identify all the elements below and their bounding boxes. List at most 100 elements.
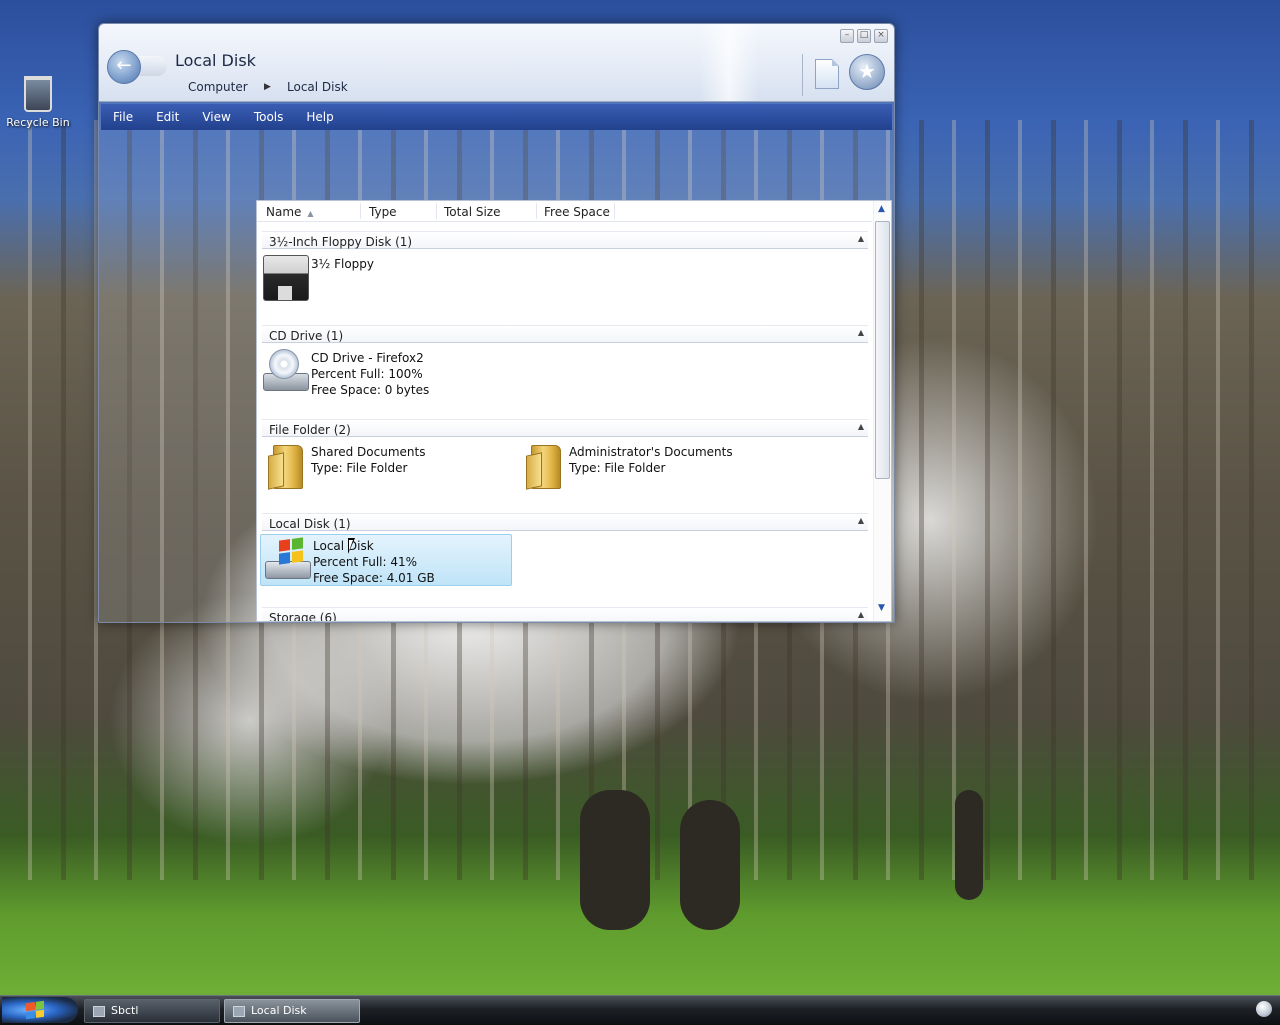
floppy-icon — [263, 255, 309, 301]
folder-item-administrators-documents[interactable]: Administrator's Documents Type: File Fol… — [517, 441, 797, 491]
window-title: Local Disk — [175, 51, 256, 70]
glass-highlight — [699, 24, 759, 101]
explorer-window: ← Local Disk Computer ▶ Local Disk – □ ×… — [98, 23, 895, 623]
column-divider[interactable] — [536, 203, 537, 219]
folder-icon — [521, 443, 565, 489]
collapse-chevron-icon[interactable]: ▲ — [858, 516, 864, 525]
close-button[interactable]: × — [874, 29, 888, 43]
group-label: Local Disk (1) — [269, 517, 351, 531]
maximize-button[interactable]: □ — [857, 29, 871, 43]
windows-start-icon — [26, 1000, 44, 1020]
folder-item-shared-documents[interactable]: Shared Documents Type: File Folder — [259, 441, 509, 491]
collapse-chevron-icon[interactable]: ▲ — [858, 610, 864, 619]
group-label: File Folder (2) — [269, 423, 351, 437]
column-header-name[interactable]: Name ▲ — [266, 205, 314, 219]
folder-icon — [263, 443, 307, 489]
item-title: 3½ Floppy — [311, 257, 374, 271]
taskbar-button-local-disk[interactable]: Local Disk — [224, 999, 360, 1023]
column-header-free-space[interactable]: Free Space — [544, 205, 610, 219]
group-header-local-disk[interactable]: Local Disk (1) ▲ — [262, 513, 868, 531]
menu-view[interactable]: View — [202, 110, 230, 124]
minimize-button[interactable]: – — [840, 29, 854, 43]
drive-base — [265, 561, 311, 579]
item-type: Type: File Folder — [311, 461, 408, 475]
breadcrumb-separator-icon[interactable]: ▶ — [264, 82, 271, 92]
desktop-icon-recycle-bin[interactable]: Recycle Bin — [4, 76, 72, 129]
drive-item-local-disk[interactable]: Local Disk Percent Full: 41% Free Space:… — [260, 534, 512, 586]
column-divider[interactable] — [360, 203, 361, 219]
taskbar-button-sbctl[interactable]: Sbctl — [84, 999, 220, 1023]
group-label: 3½-Inch Floppy Disk (1) — [269, 235, 413, 249]
column-divider[interactable] — [614, 203, 615, 219]
windows-drive-icon — [265, 537, 311, 581]
menu-edit[interactable]: Edit — [156, 110, 179, 124]
tree-trunk — [580, 790, 650, 930]
scroll-down-icon[interactable]: ▼ — [878, 603, 885, 613]
toolbar-divider — [802, 54, 803, 96]
start-button[interactable] — [2, 997, 78, 1023]
column-divider[interactable] — [436, 203, 437, 219]
folder-shape — [273, 445, 303, 489]
scroll-up-icon[interactable]: ▲ — [878, 204, 885, 214]
tree-trunk — [680, 800, 740, 930]
item-text: Administrator's Documents Type: File Fol… — [569, 444, 733, 476]
cd-disc — [269, 349, 299, 379]
item-free-space: Free Space: 4.01 GB — [313, 571, 435, 585]
favorites-star-icon[interactable]: ★ — [849, 54, 885, 90]
group-label: CD Drive (1) — [269, 329, 344, 343]
tree-trunk — [955, 790, 983, 900]
menu-file[interactable]: File — [113, 110, 133, 124]
menu-bar: File Edit View Tools Help — [101, 104, 892, 130]
drive-icon — [233, 1005, 245, 1017]
item-text: Local Disk Percent Full: 41% Free Space:… — [313, 538, 435, 586]
item-percent-full: Percent Full: 100% — [311, 367, 423, 381]
item-title: Shared Documents — [311, 445, 426, 459]
caption-buttons: – □ × — [840, 29, 888, 43]
item-type: Type: File Folder — [569, 461, 666, 475]
item-title: Local Disk — [313, 539, 374, 553]
window-icon — [93, 1005, 105, 1017]
collapse-chevron-icon[interactable]: ▲ — [858, 422, 864, 431]
item-free-space: Free Space: 0 bytes — [311, 383, 430, 397]
windows-flag-icon — [279, 537, 303, 565]
item-text: CD Drive - Firefox2 Percent Full: 100% F… — [311, 350, 429, 398]
page-icon[interactable] — [815, 59, 839, 89]
drive-item-cd[interactable]: CD Drive - Firefox2 Percent Full: 100% F… — [259, 347, 509, 397]
group-header-storage[interactable]: Storage (6) ▲ — [262, 607, 868, 622]
system-tray-icon[interactable] — [1256, 1001, 1272, 1017]
column-header-total-size[interactable]: Total Size — [444, 205, 500, 219]
folder-shape — [531, 445, 561, 489]
item-title: Administrator's Documents — [569, 445, 733, 459]
taskbar-button-label: Sbctl — [111, 1004, 139, 1017]
back-icon: ← — [116, 55, 132, 76]
item-title: CD Drive - Firefox2 — [311, 351, 424, 365]
column-headers: Name ▲ Type Total Size Free Space — [257, 201, 872, 222]
desktop-icon-label: Recycle Bin — [6, 116, 70, 129]
scrollbar-thumb[interactable] — [875, 221, 890, 479]
menu-tools[interactable]: Tools — [254, 110, 284, 124]
vertical-scrollbar[interactable]: ▲ ▼ — [873, 201, 891, 621]
column-header-type[interactable]: Type — [369, 205, 397, 219]
group-header-file-folder[interactable]: File Folder (2) ▲ — [262, 419, 868, 437]
file-list-pane: Name ▲ Type Total Size Free Space 3½-Inch… — [256, 200, 892, 622]
collapse-chevron-icon[interactable]: ▲ — [858, 234, 864, 243]
item-text: 3½ Floppy — [311, 256, 374, 272]
recycle-bin-icon — [24, 76, 52, 112]
collapse-chevron-icon[interactable]: ▲ — [858, 328, 864, 337]
group-label: Storage (6) — [269, 611, 337, 622]
sort-ascending-icon: ▲ — [307, 209, 314, 218]
item-percent-full: Percent Full: 41% — [313, 555, 418, 569]
column-label: Name — [266, 205, 302, 219]
title-bar: ← Local Disk Computer ▶ Local Disk – □ ×… — [99, 24, 894, 102]
taskbar-button-label: Local Disk — [251, 1004, 307, 1017]
breadcrumb-local-disk[interactable]: Local Disk — [287, 80, 348, 94]
group-header-floppy[interactable]: 3½-Inch Floppy Disk (1) ▲ — [262, 231, 868, 249]
taskbar: Sbctl Local Disk — [0, 995, 1280, 1025]
mouse-cursor-icon — [348, 538, 355, 554]
breadcrumb-computer[interactable]: Computer — [188, 80, 248, 94]
cd-drive-icon — [263, 349, 309, 393]
drive-item-floppy[interactable]: 3½ Floppy — [259, 253, 509, 301]
back-button[interactable]: ← — [107, 50, 141, 84]
group-header-cd-drive[interactable]: CD Drive (1) ▲ — [262, 325, 868, 343]
menu-help[interactable]: Help — [306, 110, 333, 124]
